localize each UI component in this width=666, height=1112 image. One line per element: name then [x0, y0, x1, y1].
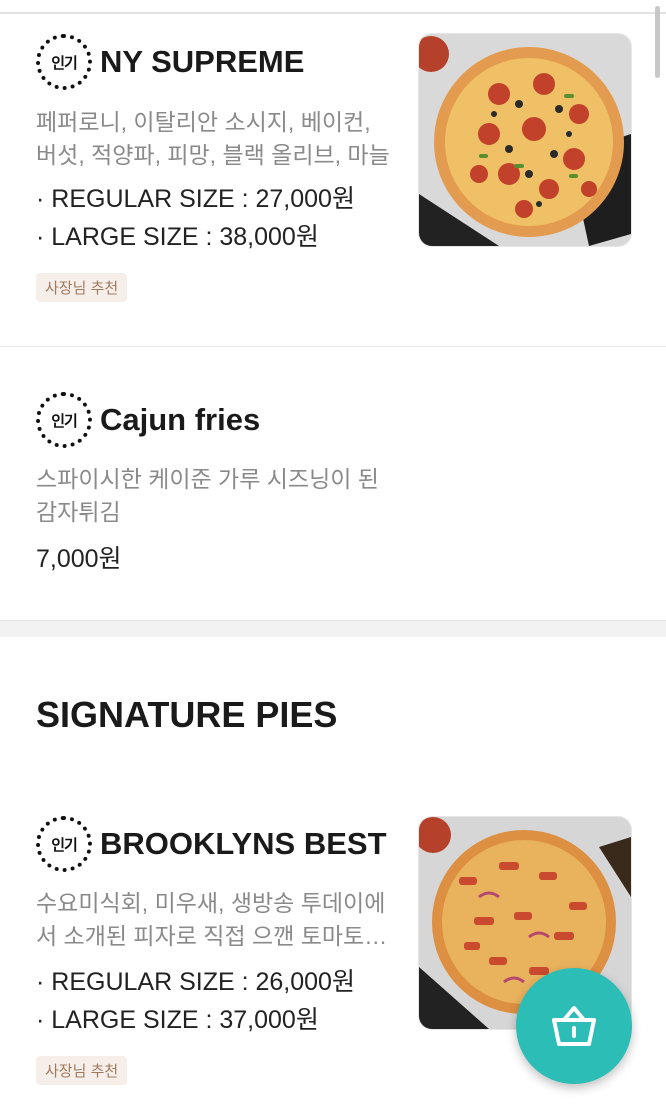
item-description: 스파이시한 케이준 가루 시즈닝이 된 감자튀김 [36, 466, 379, 525]
recommend-tag: 사장님 추천 [36, 273, 128, 302]
regular-price: · REGULAR SIZE : 27,000원 [36, 185, 355, 213]
popular-badge-icon: 인기 [36, 34, 92, 90]
item-title-row: 인기 NY SUPREME [36, 34, 304, 90]
item-description: 수요미식회, 미우새, 생방송 투데이에서 소개된 피자로 직접 으깬 토마토… [36, 890, 388, 949]
popular-badge-icon: 인기 [36, 816, 92, 872]
item-title: NY SUPREME [100, 44, 305, 79]
menu-item-cajun-fries[interactable]: 인기 Cajun fries 스파이시한 케이준 가루 시즈닝이 된 감자튀김 … [0, 347, 666, 619]
recommend-tag: 사장님 추천 [36, 1056, 128, 1085]
pizza-image [419, 34, 631, 246]
item-title: Cajun fries [100, 402, 261, 437]
section-separator [0, 620, 666, 637]
item-prices: · REGULAR SIZE : 27,000원 · LARGE SIZE : … [36, 180, 355, 256]
cart-button[interactable] [516, 968, 632, 1084]
item-title: BROOKLYNS BEST [100, 826, 387, 861]
item-title-row: 인기 Cajun fries [36, 392, 260, 448]
regular-price: · REGULAR SIZE : 26,000원 [36, 968, 355, 996]
basket-icon [552, 1006, 596, 1046]
menu-item-ny-supreme[interactable]: 인기 NY SUPREME 페퍼로니, 이탈리안 소시지, 베이컨, 버섯, 적… [0, 0, 666, 346]
large-price: · LARGE SIZE : 37,000원 [36, 1006, 319, 1034]
pizza-photo[interactable] [418, 33, 632, 247]
item-title-row: 인기 BROOKLYNS BEST [36, 816, 387, 872]
item-description: 페퍼로니, 이탈리안 소시지, 베이컨, 버섯, 적양파, 피망, 블랙 올리브… [36, 109, 390, 168]
item-prices: · REGULAR SIZE : 26,000원 · LARGE SIZE : … [36, 963, 355, 1039]
section-title: SIGNATURE PIES [36, 694, 338, 735]
large-price: · LARGE SIZE : 38,000원 [36, 223, 319, 251]
item-price: 7,000원 [36, 545, 122, 573]
popular-badge-icon: 인기 [36, 392, 92, 448]
